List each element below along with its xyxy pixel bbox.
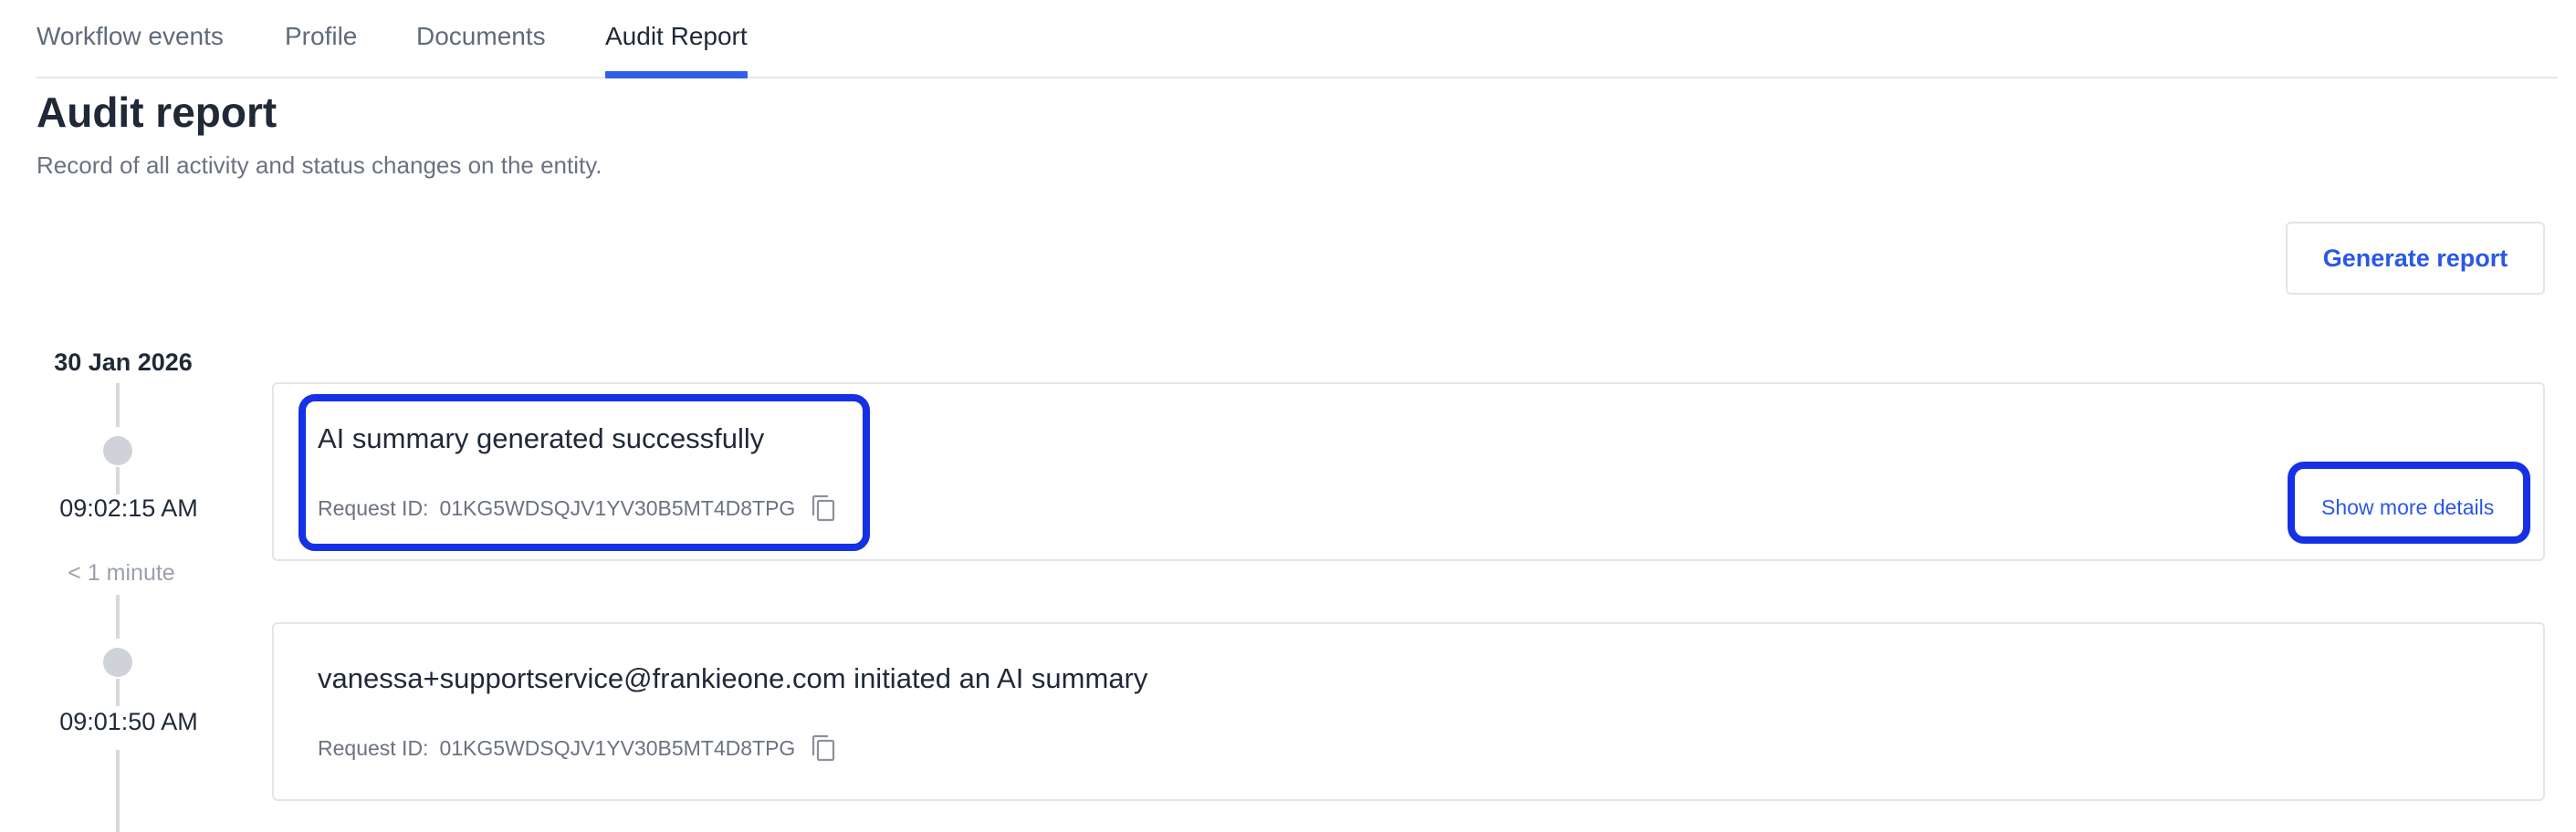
- tab-workflow-events[interactable]: Workflow events: [37, 20, 224, 77]
- page-title: Audit report: [37, 88, 277, 136]
- event-card: vanessa+supportservice@frankieone.com in…: [272, 622, 2545, 801]
- request-id-row: Request ID: 01KG5WDSQJV1YV30B5MT4D8TPG: [318, 494, 837, 523]
- timeline-dot: [103, 648, 132, 677]
- tab-label: Profile: [285, 22, 358, 50]
- event-title: AI summary generated successfully: [318, 422, 765, 454]
- event-title: vanessa+supportservice@frankieone.com in…: [318, 662, 1148, 694]
- tab-bar: Workflow events Profile Documents Audit …: [37, 0, 2558, 78]
- timeline-connector: [116, 750, 120, 832]
- timeline-connector: [116, 383, 120, 427]
- request-id-value: 01KG5WDSQJV1YV30B5MT4D8TPG: [439, 735, 796, 760]
- request-id-value: 01KG5WDSQJV1YV30B5MT4D8TPG: [439, 495, 796, 520]
- tab-documents[interactable]: Documents: [416, 20, 546, 77]
- event-time: 09:02:15 AM: [59, 494, 198, 522]
- tab-audit-report[interactable]: Audit Report: [605, 20, 748, 78]
- event-card: AI summary generated successfully Reques…: [272, 382, 2545, 561]
- event-time: 09:01:50 AM: [59, 708, 198, 735]
- timeline-connector: [116, 595, 120, 639]
- request-id-label: Request ID:: [318, 735, 429, 760]
- generate-report-button[interactable]: Generate report: [2286, 222, 2545, 295]
- page-subtitle: Record of all activity and status change…: [37, 151, 602, 179]
- request-id-row: Request ID: 01KG5WDSQJV1YV30B5MT4D8TPG: [318, 733, 837, 763]
- tab-label: Workflow events: [37, 22, 224, 50]
- active-tab-indicator: [605, 71, 748, 78]
- timeline-dot: [103, 436, 132, 465]
- copy-icon[interactable]: [810, 733, 837, 763]
- timeline-connector: [116, 467, 120, 494]
- show-more-details-button[interactable]: Show more details: [2321, 495, 2494, 520]
- copy-icon[interactable]: [810, 494, 837, 523]
- time-gap-label: < 1 minute: [68, 560, 175, 586]
- tab-label: Audit Report: [605, 22, 748, 50]
- tab-profile[interactable]: Profile: [285, 20, 357, 77]
- request-id-label: Request ID:: [318, 495, 429, 520]
- timeline-date: 30 Jan 2026: [54, 348, 193, 376]
- tab-label: Documents: [416, 22, 546, 50]
- timeline-connector: [116, 679, 120, 706]
